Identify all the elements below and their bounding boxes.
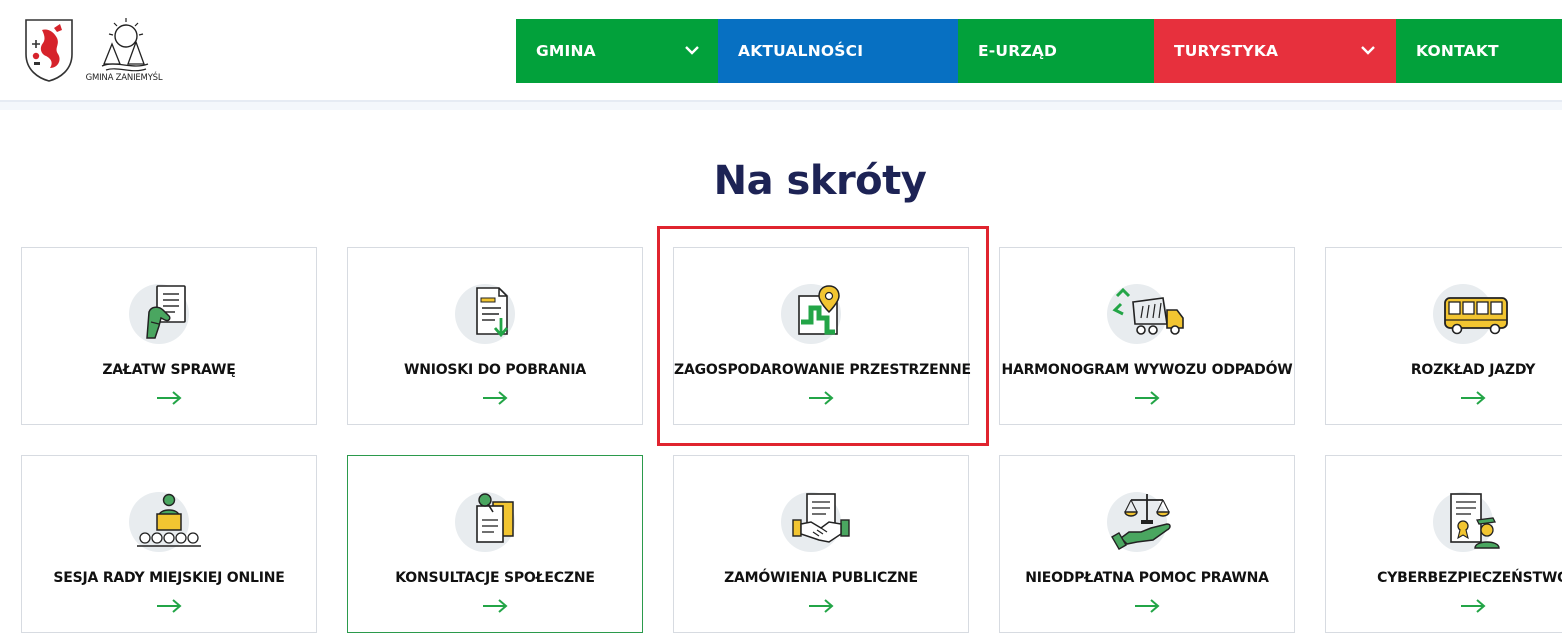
- arrow-right-icon: [1135, 599, 1160, 613]
- document-download-icon: [476, 287, 509, 338]
- nav-item-e-urzad[interactable]: E-URZĄD: [958, 19, 1154, 83]
- shortcut-label: CYBERBEZPIECZEŃSTWO: [1377, 570, 1562, 586]
- arrow-right-icon: [483, 391, 508, 405]
- arrow-right-icon: [157, 599, 182, 613]
- nav-item-kontakt[interactable]: KONTAKT: [1396, 19, 1562, 83]
- garbage-truck-icon: [1112, 287, 1184, 335]
- shortcut-label: ZAŁATW SPRAWĘ: [102, 362, 236, 378]
- shortcut-card-cyberbezpieczenstwo[interactable]: CYBERBEZPIECZEŃSTWO: [1325, 455, 1562, 633]
- speaker-podium-icon: [137, 493, 201, 547]
- bus-icon: [1444, 297, 1508, 335]
- nav-label: GMINA: [536, 42, 596, 60]
- shortcut-card-sesja-rady-miejskiej-online[interactable]: SESJA RADY MIEJSKIEJ ONLINE: [21, 455, 317, 633]
- hand-document-icon: [146, 285, 186, 339]
- header-strip: [0, 102, 1562, 110]
- shortcut-card-rozklad-jazdy[interactable]: ROZKŁAD JAZDY: [1325, 247, 1562, 425]
- shortcut-label: HARMONOGRAM WYWOZU ODPADÓW: [1001, 362, 1293, 378]
- main-navigation: GMINA AKTUALNOŚCI E-URZĄD TURYSTYKA KONT…: [516, 19, 1562, 83]
- arrow-right-icon: [1461, 599, 1486, 613]
- site-header: GMINA ZANIEMYŚL GMINA AKTUALNOŚCI E-URZĄ…: [0, 0, 1562, 101]
- shortcut-label: SESJA RADY MIEJSKIEJ ONLINE: [53, 570, 285, 586]
- shortcut-card-zalatw-sprawe[interactable]: ZAŁATW SPRAWĘ: [21, 247, 317, 425]
- shortcut-card-zagospodarowanie-przestrzenne[interactable]: ZAGOSPODAROWANIE PRZESTRZENNE: [673, 247, 971, 425]
- arrow-right-icon: [1135, 391, 1160, 405]
- shortcut-card-konsultacje-spoleczne[interactable]: KONSULTACJE SPOŁECZNE: [347, 455, 643, 633]
- arrow-right-icon: [483, 599, 508, 613]
- nav-label: KONTAKT: [1416, 42, 1499, 60]
- nav-item-aktualnosci[interactable]: AKTUALNOŚCI: [718, 19, 958, 83]
- gmina-zaniemysl-logo[interactable]: GMINA ZANIEMYŚL: [82, 14, 166, 86]
- shortcut-card-zamowienia-publiczne[interactable]: ZAMÓWIENIA PUBLICZNE: [673, 455, 969, 633]
- nav-label: AKTUALNOŚCI: [738, 42, 864, 60]
- shortcut-card-nieodplatna-pomoc-prawna[interactable]: NIEODPŁATNA POMOC PRAWNA: [999, 455, 1295, 633]
- shortcut-label: WNIOSKI DO POBRANIA: [403, 362, 587, 378]
- arrow-right-icon: [809, 599, 834, 613]
- shortcut-card-harmonogram-wywozu-odpadow[interactable]: HARMONOGRAM WYWOZU ODPADÓW: [999, 247, 1295, 425]
- shortcut-label: ROZKŁAD JAZDY: [1410, 362, 1536, 378]
- shortcut-label: NIEODPŁATNA POMOC PRAWNA: [1025, 570, 1269, 586]
- shortcut-label: ZAMÓWIENIA PUBLICZNE: [724, 570, 918, 586]
- nav-label: TURYSTYKA: [1174, 42, 1279, 60]
- arrow-right-icon: [157, 391, 182, 405]
- handshake-document-icon: [792, 493, 850, 543]
- shortcut-label: KONSULTACJE SPOŁECZNE: [395, 570, 595, 586]
- nav-item-gmina[interactable]: GMINA: [516, 19, 718, 83]
- arrow-right-icon: [809, 391, 834, 405]
- nav-label: E-URZĄD: [978, 42, 1058, 60]
- nav-item-turystyka[interactable]: TURYSTYKA: [1154, 19, 1396, 83]
- chevron-down-icon: [685, 46, 699, 55]
- coat-of-arms-logo[interactable]: [24, 18, 74, 82]
- pinned-notes-icon: [476, 493, 514, 543]
- certificate-officer-icon: [1450, 493, 1500, 549]
- shortcut-card-wnioski-do-pobrania[interactable]: WNIOSKI DO POBRANIA: [347, 247, 643, 425]
- arrow-right-icon: [1461, 391, 1486, 405]
- logo-text: GMINA ZANIEMYŚL: [85, 73, 163, 83]
- map-pin-icon: [798, 285, 840, 335]
- scales-hand-icon: [1111, 494, 1171, 551]
- chevron-down-icon: [1361, 46, 1375, 55]
- section-title: Na skróty: [713, 158, 927, 204]
- shortcut-label: ZAGOSPODAROWANIE PRZESTRZENNE: [674, 362, 971, 378]
